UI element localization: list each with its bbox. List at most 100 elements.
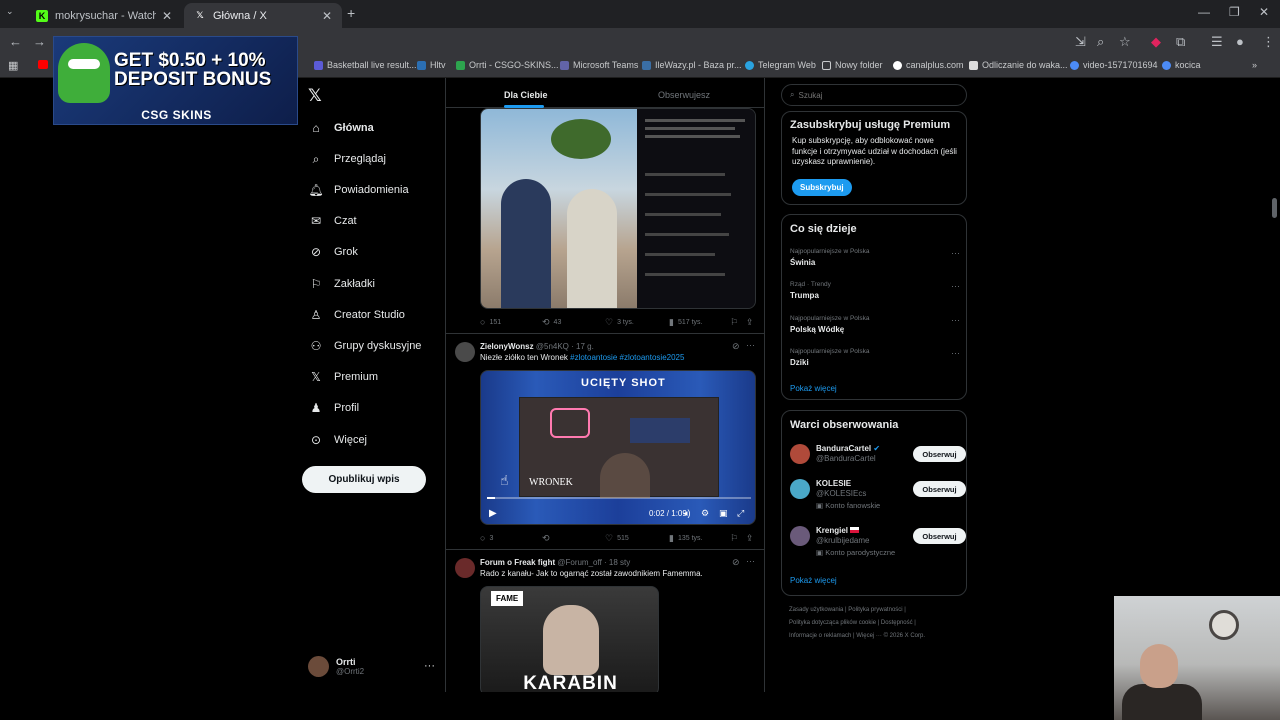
account-switcher[interactable]: Orrti @Orrti2 — [308, 656, 364, 677]
reading-list-icon[interactable]: ☰ — [1211, 34, 1223, 50]
grok-post-icon[interactable]: ⊘ — [732, 557, 740, 568]
tab-following[interactable]: Obserwujesz — [658, 90, 710, 100]
nav-notifications[interactable]: 🔔︎ Powiadomienia — [308, 180, 408, 200]
nav-premium[interactable]: 𝕏 Premium — [308, 367, 378, 387]
bookmark-kocica[interactable]: kocica — [1162, 60, 1201, 70]
nav-messages[interactable]: ✉ Czat — [308, 211, 357, 231]
follow-button[interactable]: Obserwuj — [913, 446, 966, 462]
bookmark-folder[interactable]: Nowy folder — [822, 60, 883, 70]
views-action[interactable]: ▮ 135 tys. — [669, 533, 702, 544]
post-image[interactable]: FAME KARABIN — [480, 586, 659, 692]
repost-action[interactable]: ⟲ 43 — [542, 317, 561, 328]
repost-action[interactable]: ⟲ — [542, 533, 554, 544]
bookmark-action[interactable]: ⚐ — [730, 533, 742, 544]
like-action[interactable]: ♡ 515 — [605, 533, 629, 544]
trend-more-icon[interactable]: ··· — [951, 248, 960, 258]
post-more-icon[interactable]: ··· — [746, 340, 755, 350]
video-progress-track[interactable] — [487, 497, 751, 499]
bookmark-action[interactable]: ⚐ — [730, 317, 742, 328]
author-handle[interactable]: @5n4KQ — [536, 342, 569, 351]
trend-more-icon[interactable]: ··· — [951, 281, 960, 291]
video-player[interactable]: UCIĘTY SHOT WRONEK ▶ 0:02 / 1:09 ◂) ⚙ ▣ … — [480, 370, 756, 525]
page-scrollbar[interactable] — [1272, 198, 1277, 218]
footer-line[interactable]: Polityka dotycząca plików cookie | Dostę… — [789, 617, 969, 630]
back-icon[interactable]: ← — [9, 34, 22, 49]
youtube-icon[interactable] — [38, 60, 52, 69]
trend-item[interactable]: Najpopularniejsze w Polska Dziki ··· — [790, 348, 960, 367]
author-handle[interactable]: @Forum_off — [557, 558, 601, 567]
bookmark-hltv[interactable]: Hltv — [417, 60, 446, 70]
share-action[interactable]: ⇪ — [746, 317, 758, 328]
bookmark-orrti[interactable]: Orrti - CSGO-SKINS... — [456, 60, 559, 70]
nav-more[interactable]: ⊙ Więcej — [308, 430, 367, 450]
trend-item[interactable]: Najpopularniejsze w Polska Polską Wódkę … — [790, 315, 960, 334]
extension-icon[interactable]: ◆ — [1151, 34, 1161, 50]
bookmark-telegram[interactable]: Telegram Web — [745, 60, 816, 70]
menu-icon[interactable]: ⋮ — [1262, 34, 1275, 50]
follow-button[interactable]: Obserwuj — [913, 528, 966, 544]
minimize-button[interactable]: — — [1198, 5, 1210, 19]
settings-icon[interactable]: ⚙ — [701, 508, 709, 519]
profile-icon[interactable]: ● — [1236, 34, 1244, 49]
who-to-follow-show-more[interactable]: Pokaż więcej — [790, 576, 837, 585]
x-logo-icon[interactable]: 𝕏 — [308, 86, 322, 106]
post-button[interactable]: Opublikuj wpis — [302, 466, 426, 493]
apps-icon[interactable]: ▦ — [8, 59, 18, 72]
bookmark-canalplus[interactable]: canalplus.com — [893, 60, 964, 70]
bookmark-basketball[interactable]: Basketball live result... — [314, 60, 417, 70]
grok-post-icon[interactable]: ⊘ — [732, 341, 740, 352]
reply-action[interactable]: ○ 151 — [480, 317, 501, 327]
nav-grok[interactable]: ⊘ Grok — [308, 242, 358, 262]
footer-line[interactable]: Informacje o reklamach | Więcej ··· © 20… — [789, 630, 969, 643]
trend-item[interactable]: Rząd · Trendy Trumpa ··· — [790, 281, 960, 300]
subscribe-button[interactable]: Subskrybuj — [792, 179, 852, 196]
close-tab-icon[interactable]: ✕ — [322, 9, 332, 23]
reply-action[interactable]: ○ 3 — [480, 533, 493, 543]
bookmark-video[interactable]: video-1571701694 — [1070, 60, 1158, 70]
author-name[interactable]: ZielonyWonsz — [480, 342, 534, 351]
trend-more-icon[interactable]: ··· — [951, 348, 960, 358]
avatar[interactable] — [455, 342, 475, 362]
footer-line[interactable]: Zasady użytkowania | Polityka prywatnośc… — [789, 604, 969, 617]
trends-show-more[interactable]: Pokaż więcej — [790, 384, 837, 393]
share-action[interactable]: ⇪ — [746, 533, 758, 544]
nav-home[interactable]: ⌂ Główna — [308, 118, 373, 138]
restore-button[interactable]: ❐ — [1229, 5, 1240, 19]
nav-explore[interactable]: ⌕ Przeglądaj — [308, 149, 386, 169]
author-name[interactable]: Forum o Freak fight — [480, 558, 555, 567]
forward-icon[interactable]: → — [33, 34, 46, 49]
bookmark-ilewazy[interactable]: IleWazy.pl - Baza pr... — [642, 60, 742, 70]
tab-x[interactable]: 𝕏 Główna / X ✕ — [184, 3, 342, 28]
close-window-button[interactable]: ✕ — [1259, 5, 1269, 19]
nav-profile[interactable]: ♟ Profil — [308, 398, 359, 418]
trend-item[interactable]: Najpopularniejsze w Polska Świnia ··· — [790, 248, 960, 267]
avatar[interactable] — [455, 558, 475, 578]
play-icon[interactable]: ▶ — [489, 508, 497, 519]
post-more-icon[interactable]: ··· — [746, 556, 755, 566]
tab-for-you[interactable]: Dla Ciebie — [504, 90, 548, 100]
fullscreen-icon[interactable]: ⤢ — [737, 508, 744, 519]
views-action[interactable]: ▮ 517 tys. — [669, 317, 702, 328]
search-box[interactable]: ⌕ — [781, 84, 967, 106]
pip-icon[interactable]: ▣ — [719, 508, 728, 519]
post-image[interactable] — [480, 108, 756, 309]
bookmark-star-icon[interactable]: ☆ — [1119, 34, 1131, 50]
tab-list-button[interactable]: ⌄ — [6, 6, 14, 17]
search-input[interactable] — [798, 90, 949, 100]
trend-more-icon[interactable]: ··· — [951, 315, 960, 325]
account-more-icon[interactable]: ··· — [424, 660, 435, 672]
nav-creator-studio[interactable]: ♙ Creator Studio — [308, 305, 405, 325]
like-action[interactable]: ♡ 3 tys. — [605, 317, 634, 328]
bookmark-teams[interactable]: Microsoft Teams — [560, 60, 638, 70]
install-app-icon[interactable]: ⇲ — [1075, 34, 1086, 50]
close-tab-icon[interactable]: ✕ — [162, 9, 172, 23]
new-tab-button[interactable]: + — [347, 5, 355, 21]
tab-kick[interactable]: K mokrysuchar - Watch the VOD · ✕ — [26, 3, 182, 28]
volume-icon[interactable]: ◂) — [683, 508, 691, 519]
zoom-icon[interactable]: ⌕ — [1097, 34, 1104, 50]
promo-banner[interactable]: GET $0.50 + 10% DEPOSIT BONUS CSG SKINS — [53, 36, 298, 125]
more-bookmarks-icon[interactable]: » — [1252, 60, 1257, 70]
follow-button[interactable]: Obserwuj — [913, 481, 966, 497]
hashtag-link[interactable]: #zlotoantosie #zlotoantosie2025 — [570, 353, 684, 362]
extensions-puzzle-icon[interactable]: ⧉ — [1176, 34, 1185, 50]
